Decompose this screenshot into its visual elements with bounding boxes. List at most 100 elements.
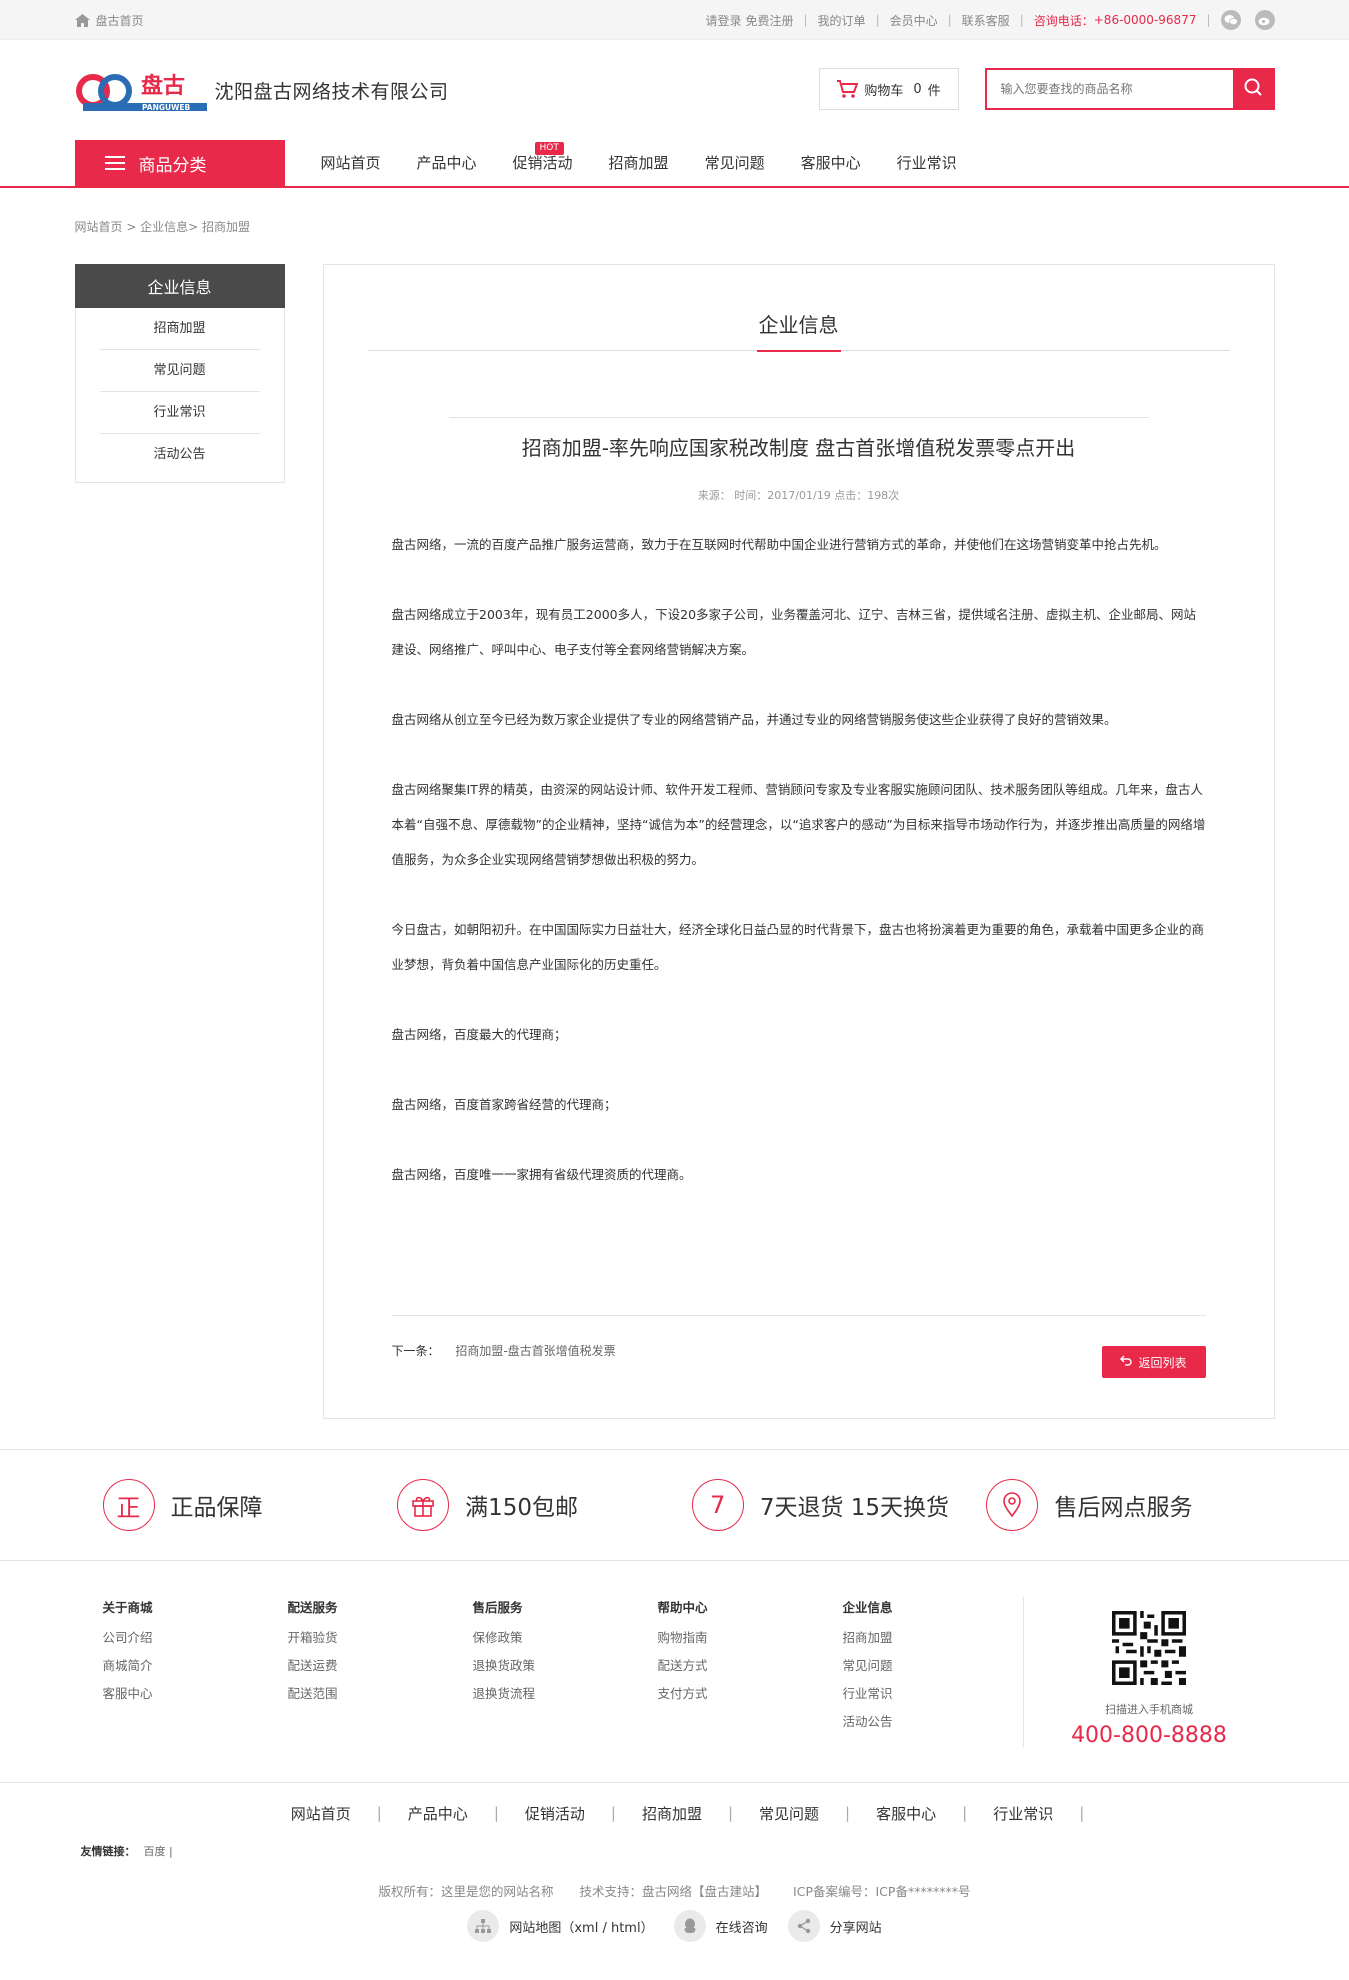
gift-icon — [397, 1479, 450, 1531]
cart-count: 0 — [913, 81, 922, 97]
service-label: 售后网点服务 — [1054, 1495, 1193, 1521]
sidebar: 企业信息 招商加盟 常见问题 行业常识 活动公告 — [74, 264, 285, 483]
home-link[interactable]: 盘古首页 — [74, 12, 144, 29]
footer-hotline: 400-800-8888 — [1071, 1723, 1227, 1748]
footer-link[interactable]: 保修政策 — [473, 1624, 630, 1652]
copyright-icp: ICP备案编号：ICP备********号 — [793, 1884, 971, 1899]
weibo-icon[interactable] — [1254, 10, 1275, 30]
share-label: 分享网站 — [829, 1920, 882, 1936]
section-header: 企业信息 — [367, 265, 1230, 352]
category-label: 商品分类 — [138, 155, 207, 176]
cart-button[interactable]: 购物车 0 件 — [818, 68, 959, 110]
article-paragraph: 盘古网络从创立至今已经为数万家企业提供了专业的网络营销产品，并通过专业的网络营销… — [391, 712, 1117, 727]
divider: | — [875, 13, 880, 27]
article-title: 招商加盟-率先响应国家税改制度 盘古首张增值税发票零点开出 — [448, 417, 1149, 467]
footer-link[interactable]: 支付方式 — [658, 1680, 815, 1708]
bottom-nav-home[interactable]: 网站首页 — [265, 1803, 377, 1824]
footer-link[interactable]: 退换货政策 — [473, 1652, 630, 1680]
next-label: 下一条： — [391, 1344, 440, 1358]
copyright: 版权所有：这里是您的网站名称 技术支持：盘古网络【盘古建站】 ICP备案编号：I… — [0, 1881, 1349, 1900]
svg-text:PANGUWEB: PANGUWEB — [142, 103, 191, 112]
article-paragraph: 盘古网络，一流的百度产品推广服务运营商，致力于在互联网时代帮助中国企业进行营销方… — [391, 537, 1167, 552]
bottom-nav-franchise[interactable]: 招商加盟 — [616, 1803, 728, 1824]
cart-unit: 件 — [927, 83, 941, 99]
footer-link[interactable]: 公司介绍 — [103, 1624, 260, 1652]
divider: | — [1019, 13, 1024, 27]
sidebar-title: 企业信息 — [74, 264, 285, 308]
footer-link[interactable]: 配送方式 — [658, 1652, 815, 1680]
footer-link[interactable]: 配送运费 — [288, 1652, 445, 1680]
qr-area: 扫描进入手机商城 400-800-8888 — [1022, 1597, 1275, 1748]
divider: | — [947, 13, 952, 27]
footer-link[interactable]: 配送范围 — [288, 1680, 445, 1708]
hotline-label: 咨询电话： — [1033, 13, 1094, 28]
wechat-icon[interactable] — [1220, 10, 1241, 30]
logo[interactable]: 盘古 PANGUWEB 沈阳盘古网络技术有限公司 — [75, 68, 449, 112]
bottom-nav-products[interactable]: 产品中心 — [382, 1803, 494, 1824]
article-meta: 来源： 时间：2017/01/19 点击：198次 — [697, 489, 900, 502]
footer-link[interactable]: 开箱验货 — [288, 1624, 445, 1652]
header: 盘古 PANGUWEB 沈阳盘古网络技术有限公司 购物车 0 件 — [0, 40, 1349, 140]
search-input[interactable] — [986, 70, 1233, 108]
footer-link[interactable]: 常见问题 — [843, 1652, 1000, 1680]
qr-caption: 扫描进入手机商城 — [1105, 1703, 1193, 1716]
footer-link[interactable]: 招商加盟 — [843, 1624, 1000, 1652]
hotline-number: +86-0000-96877 — [1093, 13, 1197, 27]
bottom-nav-faq[interactable]: 常见问题 — [733, 1803, 845, 1824]
share-link[interactable]: 分享网站 — [787, 1910, 882, 1942]
member-center-link[interactable]: 会员中心 — [890, 12, 938, 29]
bottom-nav-service[interactable]: 客服中心 — [850, 1803, 962, 1824]
footer-col-title: 售后服务 — [472, 1600, 523, 1615]
sidebar-item-announcements[interactable]: 活动公告 — [100, 434, 260, 476]
search-button[interactable] — [1232, 70, 1273, 108]
nav-item-promotions[interactable]: 促销活动 HOT — [495, 140, 591, 186]
orders-link[interactable]: 我的订单 — [818, 12, 866, 29]
sidebar-item-franchise[interactable]: 招商加盟 — [99, 308, 260, 350]
bottom-nav-promotions[interactable]: 促销活动 — [499, 1803, 611, 1824]
footer-link[interactable]: 行业常识 — [843, 1680, 1000, 1708]
service-item-after-sales: 售后网点服务 — [986, 1479, 1246, 1531]
article-paragraph: 盘古网络，百度最大的代理商； — [391, 1027, 567, 1042]
nav-item-industry[interactable]: 行业常识 — [879, 140, 975, 186]
seven-days-icon: 7 — [691, 1479, 744, 1531]
article-body: 盘古网络，一流的百度产品推广服务运营商，致力于在互联网时代帮助中国企业进行营销方… — [368, 527, 1230, 1192]
sitemap-icon — [467, 1910, 500, 1942]
footer-link[interactable]: 活动公告 — [843, 1708, 1000, 1736]
back-to-list-button[interactable]: 返回列表 — [1101, 1346, 1206, 1378]
nav-item-products[interactable]: 产品中心 — [399, 140, 495, 186]
footer-link[interactable]: 商城简介 — [103, 1652, 260, 1680]
footer-col-after-sales: 售后服务 保修政策 退换货政策 退换货流程 — [445, 1597, 630, 1747]
footer-link[interactable]: 退换货流程 — [473, 1680, 630, 1708]
article-paragraph: 今日盘古，如朝阳初升。在中国国际实力日益壮大，经济全球化日益凸显的时代背景下，盘… — [391, 922, 1205, 972]
contact-service-link[interactable]: 联系客服 — [962, 12, 1010, 29]
friend-link[interactable]: 百度 | — [144, 1845, 173, 1858]
sitemap-link[interactable]: 网站地图（xml / html） — [467, 1910, 654, 1942]
nav-item-home[interactable]: 网站首页 — [303, 140, 399, 186]
copyright-owner: 版权所有：这里是您的网站名称 — [378, 1884, 554, 1899]
nav-item-service[interactable]: 客服中心 — [783, 140, 879, 186]
footer-link[interactable]: 客服中心 — [103, 1680, 260, 1708]
bottom-nav: 网站首页 | 产品中心 | 促销活动 | 招商加盟 | 常见问题 | 客服中心 | 行业常识… — [0, 1783, 1349, 1843]
back-to-list-label: 返回列表 — [1138, 1355, 1187, 1370]
footer-col-title: 配送服务 — [287, 1600, 338, 1615]
online-chat-link[interactable]: 在线咨询 — [673, 1910, 768, 1942]
login-link[interactable]: 请登录 — [705, 12, 741, 29]
nav-item-faq[interactable]: 常见问题 — [687, 140, 783, 186]
cart-label: 购物车 — [864, 83, 904, 99]
share-icon — [787, 1910, 820, 1942]
category-menu-button[interactable]: 商品分类 — [74, 140, 285, 186]
article-paragraph: 盘古网络，百度首家跨省经营的代理商； — [391, 1097, 617, 1112]
footer-link[interactable]: 购物指南 — [658, 1624, 815, 1652]
location-pin-icon — [986, 1479, 1039, 1531]
bottom-nav-industry[interactable]: 行业常识 — [967, 1803, 1079, 1824]
next-article-link[interactable]: 招商加盟-盘古首张增值税发票 — [455, 1344, 615, 1358]
breadcrumb[interactable]: 网站首页 > 企业信息> 招商加盟 — [75, 188, 1275, 264]
footer-col-about: 关于商城 公司介绍 商城简介 客服中心 — [75, 1597, 260, 1747]
search-icon — [1243, 77, 1263, 101]
main-nav: 商品分类 网站首页 产品中心 促销活动 HOT 招商加盟 常见问题 客服中心 行… — [0, 140, 1349, 188]
friend-links: 友情链接： 百度 | — [75, 1843, 1275, 1859]
nav-item-franchise[interactable]: 招商加盟 — [591, 140, 687, 186]
register-link[interactable]: 免费注册 — [745, 12, 793, 29]
sidebar-item-faq[interactable]: 常见问题 — [99, 350, 260, 392]
sidebar-item-industry[interactable]: 行业常识 — [99, 392, 260, 434]
